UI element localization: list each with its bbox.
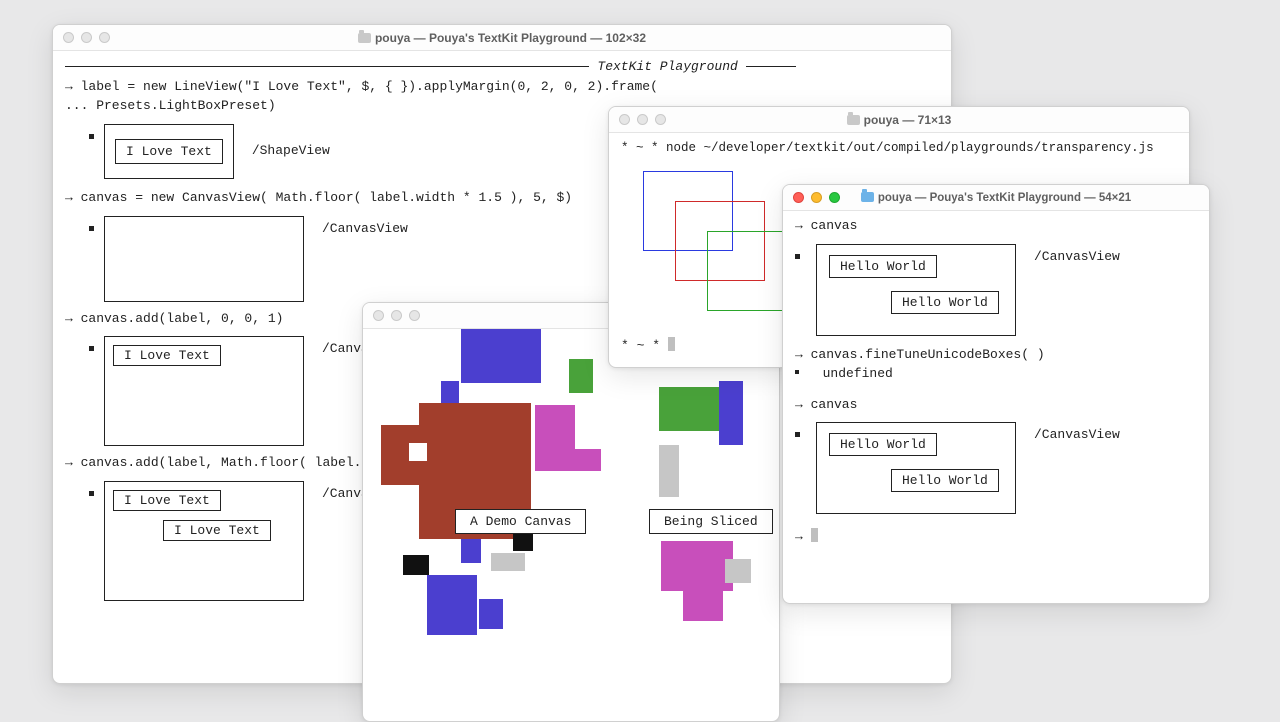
label-box: Hello World [891, 291, 999, 314]
bullet-icon [795, 254, 800, 259]
label-box: Hello World [829, 255, 937, 278]
bullet-icon [89, 491, 94, 496]
type-tag: /CanvasView [322, 220, 408, 239]
code-line: → label = new LineView("I Love Text", $,… [65, 78, 939, 97]
canvasview-output [104, 216, 304, 302]
type-tag: /CanvasView [1034, 248, 1120, 267]
label-box: I Love Text [115, 139, 223, 164]
type-tag: /ShapeView [252, 142, 330, 161]
prompt-line[interactable]: → [795, 528, 1197, 547]
demo-label: Being Sliced [649, 509, 773, 534]
window-title: pouya — 71×13 [609, 113, 1189, 127]
window-title: pouya — Pouya's TextKit Playground — 102… [53, 31, 951, 45]
demo-label: A Demo Canvas [455, 509, 586, 534]
titlebar[interactable]: pouya — 71×13 [609, 107, 1189, 133]
label-box: I Love Text [113, 490, 221, 511]
output-line: undefined [795, 365, 1197, 384]
titlebar[interactable]: pouya — Pouya's TextKit Playground — 54×… [783, 185, 1209, 211]
output-row: Hello World Hello World /CanvasView [782, 244, 1197, 336]
window-title: pouya — Pouya's TextKit Playground — 54×… [783, 192, 1209, 204]
label-box: Hello World [829, 433, 937, 456]
folder-icon [358, 33, 371, 43]
traffic-lights[interactable] [373, 310, 420, 321]
canvasview-output: Hello World Hello World [816, 244, 1016, 336]
bullet-icon [795, 432, 800, 437]
canvasview-output: I Love Text I Love Text [104, 481, 304, 601]
terminal-content[interactable]: → canvas Hello World Hello World /Canvas… [783, 211, 1209, 559]
bullet-icon [89, 134, 94, 139]
label-box: Hello World [891, 469, 999, 492]
canvas-output: A Demo Canvas Being Sliced [363, 329, 779, 721]
zoom-button[interactable] [409, 310, 420, 321]
bullet-icon [89, 346, 94, 351]
type-tag: /CanvasView [1034, 426, 1120, 445]
folder-icon [861, 192, 874, 202]
label-box: I Love Text [113, 345, 221, 366]
label-box: I Love Text [163, 520, 271, 541]
shapeview-output: I Love Text [104, 124, 234, 179]
code-line: → canvas [795, 217, 1197, 236]
minimize-button[interactable] [391, 310, 402, 321]
close-button[interactable] [373, 310, 384, 321]
canvasview-output: I Love Text [104, 336, 304, 446]
terminal-window-playground-small[interactable]: pouya — Pouya's TextKit Playground — 54×… [782, 184, 1210, 604]
titlebar[interactable]: pouya — Pouya's TextKit Playground — 102… [53, 25, 951, 51]
banner: TextKit Playground [65, 59, 939, 74]
canvasview-output: Hello World Hello World [816, 422, 1016, 514]
bullet-icon [795, 370, 799, 374]
output-row: Hello World Hello World /CanvasView [782, 422, 1197, 514]
command-line: * ~ * node ~/developer/textkit/out/compi… [621, 139, 1177, 157]
folder-icon [847, 115, 860, 125]
code-line: → canvas [795, 396, 1197, 415]
code-line: → canvas.fineTuneUnicodeBoxes( ) [795, 346, 1197, 365]
cursor-icon [811, 528, 818, 542]
cursor-icon [668, 337, 675, 351]
bullet-icon [89, 226, 94, 231]
